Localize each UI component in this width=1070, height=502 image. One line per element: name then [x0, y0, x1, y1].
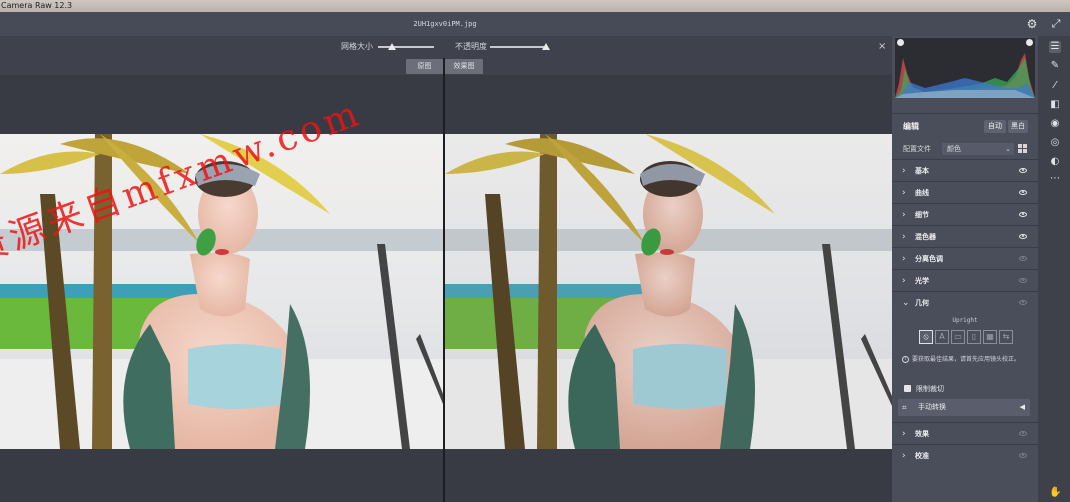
- expand-icon[interactable]: ⤢: [1049, 17, 1063, 31]
- after-pane[interactable]: [445, 75, 892, 502]
- close-icon[interactable]: ×: [878, 36, 886, 58]
- edit-title: 编辑: [903, 122, 919, 131]
- app-title: Camera Raw 12.3: [1, 1, 73, 10]
- profile-select[interactable]: 颜色 ⌄: [942, 143, 1014, 155]
- grid-size-slider-handle[interactable]: [388, 43, 396, 50]
- eye-icon[interactable]: [1019, 453, 1027, 458]
- profile-row: 配置文件 颜色 ⌄: [892, 139, 1038, 159]
- section-label: 校准: [915, 452, 929, 460]
- collapse-arrow-icon[interactable]: ◀: [1020, 399, 1025, 416]
- compare-toolbar: 网格大小 不透明度 ×: [0, 36, 892, 58]
- lens-correction-info: i 要获取最佳结果，请首先应用镜头校正。: [902, 356, 1032, 364]
- section-row[interactable]: › 混色器: [892, 225, 1038, 247]
- chevron-right-icon[interactable]: ›: [902, 182, 906, 204]
- section-label: 几何: [915, 299, 929, 307]
- upright-button[interactable]: ▦: [983, 330, 997, 344]
- after-photo: [445, 134, 892, 449]
- adjustment-brush-icon[interactable]: ⁄: [1049, 80, 1061, 92]
- eye-icon[interactable]: [1019, 300, 1027, 305]
- section-row[interactable]: › 校准: [892, 444, 1038, 466]
- edit-panel: 编辑 自动 黑白 配置文件 颜色 ⌄ › 基本 › 曲线 › 细节 › 混色器 › 分离色调 › 光学…: [892, 36, 1038, 502]
- before-view-button[interactable]: 原图: [406, 59, 443, 74]
- upright-button[interactable]: ▯: [967, 330, 981, 344]
- eye-icon[interactable]: [1019, 234, 1027, 239]
- edit-header: 编辑 自动 黑白: [892, 116, 1038, 138]
- chevron-right-icon[interactable]: ›: [902, 204, 906, 226]
- grid-size-slider[interactable]: [378, 43, 434, 50]
- gear-icon[interactable]: ⚙: [1025, 17, 1039, 31]
- upright-button[interactable]: ⦸: [919, 330, 933, 344]
- upright-button[interactable]: ▭: [951, 330, 965, 344]
- red-eye-icon[interactable]: ◎: [1049, 137, 1061, 149]
- chevron-right-icon[interactable]: ›: [902, 423, 906, 445]
- section-label: 曲线: [915, 189, 929, 197]
- shadow-clipping-toggle[interactable]: [897, 39, 904, 46]
- upright-buttons: ⦸ A ▭ ▯ ▦ ⇆: [919, 330, 1013, 346]
- graduated-filter-icon[interactable]: ◧: [1049, 99, 1061, 111]
- chevron-down-icon: ⌄: [1005, 145, 1011, 153]
- section-row[interactable]: ⌄ 几何: [892, 291, 1038, 313]
- manual-transform-label: 手动转换: [918, 403, 946, 411]
- eye-icon[interactable]: [1019, 212, 1027, 217]
- eye-icon[interactable]: [1019, 168, 1027, 173]
- section-row[interactable]: › 光学: [892, 269, 1038, 291]
- title-strip: Camera Raw 12.3: [0, 0, 1070, 12]
- file-name: 2UH1gxv0iPM.jpg: [413, 20, 477, 28]
- chevron-right-icon[interactable]: ›: [902, 226, 906, 248]
- profile-browser-icon[interactable]: [1018, 144, 1027, 153]
- upright-button[interactable]: A: [935, 330, 949, 344]
- header-bar: 2UH1gxv0iPM.jpg ⚙ ⤢: [0, 12, 1070, 36]
- constrain-crop-label: 限制裁切: [916, 385, 944, 393]
- opacity-slider[interactable]: [490, 43, 550, 50]
- opacity-slider-handle[interactable]: [542, 43, 550, 50]
- section-row[interactable]: › 效果: [892, 422, 1038, 444]
- radial-filter-icon[interactable]: ◉: [1049, 118, 1061, 130]
- section-row[interactable]: › 基本: [892, 159, 1038, 181]
- camera-raw-window: Camera Raw 12.3 2UH1gxv0iPM.jpg ⚙ ⤢ 网格大小…: [0, 0, 1070, 502]
- edit-sliders-icon[interactable]: ☰: [1049, 41, 1061, 53]
- profile-value: 颜色: [947, 145, 961, 153]
- auto-button[interactable]: 自动: [984, 120, 1006, 133]
- heal-brush-icon[interactable]: ✎: [1049, 60, 1061, 72]
- eye-icon[interactable]: [1019, 278, 1027, 283]
- section-label: 基本: [915, 167, 929, 175]
- chevron-right-icon[interactable]: ›: [902, 270, 906, 292]
- constrain-crop-checkbox[interactable]: [904, 385, 911, 392]
- section-row[interactable]: › 曲线: [892, 181, 1038, 203]
- after-view-button[interactable]: 效果图: [445, 59, 483, 74]
- upright-button[interactable]: ⇆: [999, 330, 1013, 344]
- eye-icon[interactable]: [1019, 190, 1027, 195]
- section-label: 效果: [915, 430, 929, 438]
- section-label: 光学: [915, 277, 929, 285]
- eye-icon[interactable]: [1019, 431, 1027, 436]
- transform-icon: ⌗: [902, 403, 907, 412]
- section-label: 混色器: [915, 233, 936, 241]
- chevron-right-icon[interactable]: ›: [902, 445, 906, 467]
- section-row[interactable]: › 分离色调: [892, 247, 1038, 269]
- presets-icon[interactable]: ◐: [1049, 156, 1061, 168]
- chevron-right-icon[interactable]: ›: [902, 248, 906, 270]
- histogram: [895, 38, 1035, 98]
- info-icon: i: [902, 356, 909, 363]
- view-mode-row: 原图 效果图: [0, 58, 892, 75]
- section-row[interactable]: › 细节: [892, 203, 1038, 225]
- hand-icon[interactable]: ✋: [1049, 487, 1061, 499]
- highlight-clipping-toggle[interactable]: [1026, 39, 1033, 46]
- section-label: 分离色调: [915, 255, 943, 263]
- eye-icon[interactable]: [1019, 256, 1027, 261]
- profile-label: 配置文件: [903, 145, 931, 153]
- chevron-right-icon[interactable]: ›: [902, 160, 906, 182]
- info-text: 要获取最佳结果，请首先应用镜头校正。: [912, 356, 1021, 363]
- opacity-label: 不透明度: [455, 42, 487, 51]
- manual-transform-row[interactable]: ⌗ 手动转换 ◀: [898, 399, 1030, 416]
- upright-label: Upright: [952, 317, 978, 324]
- before-pane[interactable]: 资源来自mfxmw.com: [0, 75, 443, 502]
- grid-size-label: 网格大小: [341, 42, 373, 51]
- panel-separator: [892, 113, 1038, 114]
- more-icon[interactable]: ⋯: [1049, 173, 1061, 185]
- tool-strip: ☰ ✎ ⁄ ◧ ◉ ◎ ◐ ⋯ ✋: [1038, 36, 1070, 502]
- black-white-button[interactable]: 黑白: [1008, 120, 1028, 133]
- chevron-down-icon[interactable]: ⌄: [902, 292, 910, 314]
- section-label: 细节: [915, 211, 929, 219]
